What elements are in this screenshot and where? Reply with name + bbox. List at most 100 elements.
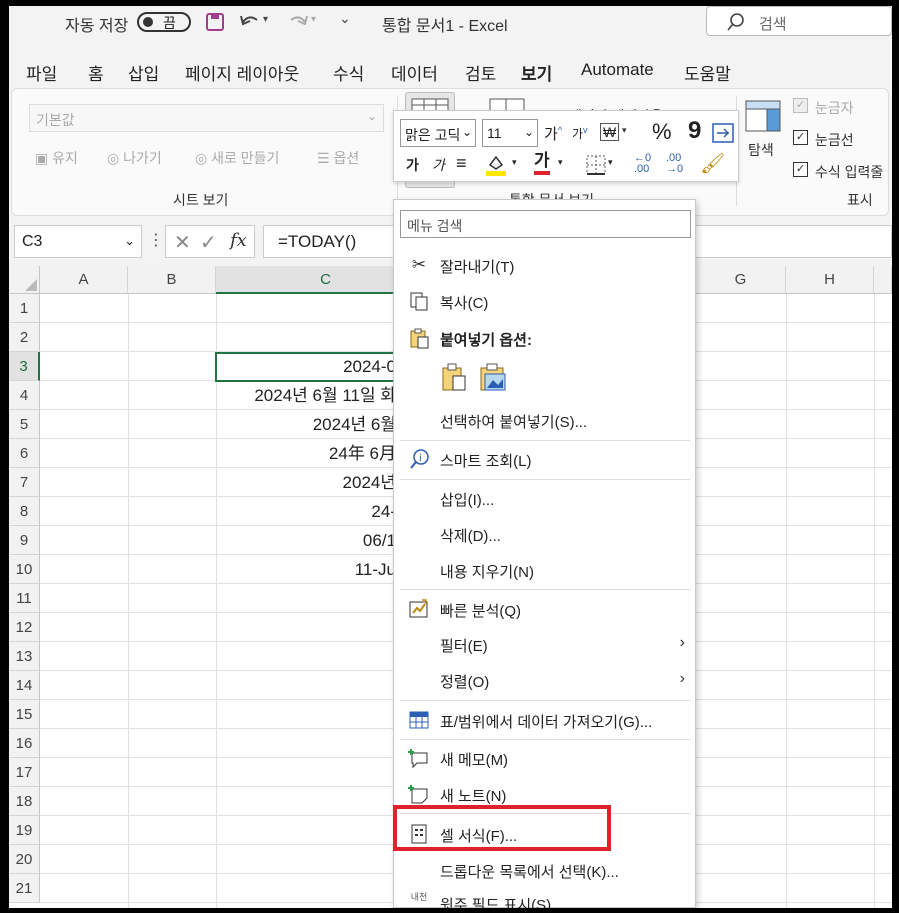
menu-item-cut[interactable]: ✂ 잘라내기(T) xyxy=(394,248,695,282)
cell-c20[interactable] xyxy=(216,845,396,874)
gridlines-checkbox[interactable]: ✓ xyxy=(793,130,808,145)
column-header-g[interactable]: G xyxy=(696,266,786,294)
row-header-13[interactable]: 13 xyxy=(9,642,40,671)
borders-icon[interactable] xyxy=(586,155,606,175)
tab-review[interactable]: 검토 xyxy=(465,60,496,85)
fill-color-icon[interactable] xyxy=(484,153,508,177)
cell-c8[interactable]: 24- xyxy=(216,497,396,526)
cell-c2[interactable] xyxy=(216,323,396,352)
new-view-button[interactable]: ◎ 새로 만들기 xyxy=(195,148,279,168)
row-header-21[interactable]: 21 xyxy=(9,874,40,903)
ruler-checkbox[interactable]: ✓ xyxy=(793,98,808,113)
cell-c14[interactable] xyxy=(216,671,396,700)
row-header-15[interactable]: 15 xyxy=(9,700,40,729)
cell-c9[interactable]: 06/1 xyxy=(216,526,396,555)
row-header-19[interactable]: 19 xyxy=(9,816,40,845)
cell-c13[interactable] xyxy=(216,642,396,671)
row-header-4[interactable]: 4 xyxy=(9,381,40,410)
menu-item-get-data[interactable]: 표/범위에서 데이터 가져오기(G)... xyxy=(394,703,695,737)
align-center-icon[interactable]: ≡ xyxy=(456,153,467,174)
row-header-8[interactable]: 8 xyxy=(9,497,40,526)
chevron-down-icon[interactable]: ▾ xyxy=(608,157,613,168)
row-header-18[interactable]: 18 xyxy=(9,787,40,816)
cell-c19[interactable] xyxy=(216,816,396,845)
comma-button[interactable]: 9 xyxy=(688,117,701,145)
tab-home[interactable]: 홈 xyxy=(88,60,104,85)
cell-c7[interactable]: 2024년 xyxy=(216,468,396,497)
menu-item-insert[interactable]: 삽입(I)... xyxy=(394,481,695,515)
increase-decimal-icon[interactable]: ←0.00 xyxy=(634,153,651,175)
row-header-9[interactable]: 9 xyxy=(9,526,40,555)
chevron-down-icon[interactable]: ▾ xyxy=(622,125,627,136)
decrease-font-button[interactable]: 가v xyxy=(572,125,588,142)
cell-c15[interactable] xyxy=(216,700,396,729)
save-icon[interactable] xyxy=(205,12,225,32)
cell-c6[interactable]: 24年 6月 xyxy=(216,439,396,468)
wrap-text-icon[interactable] xyxy=(712,123,734,143)
row-header-16[interactable]: 16 xyxy=(9,729,40,758)
enter-icon[interactable]: ✓ xyxy=(200,230,217,255)
column-header-h[interactable]: H xyxy=(786,266,874,294)
tab-page-layout[interactable]: 페이지 레이아웃 xyxy=(185,60,299,85)
tab-data[interactable]: 데이터 xyxy=(391,60,438,85)
italic-button[interactable]: 가 xyxy=(432,155,445,175)
cell-c18[interactable] xyxy=(216,787,396,816)
cell-c21[interactable] xyxy=(216,874,396,903)
cell-c17[interactable] xyxy=(216,758,396,787)
menu-item-new-comment[interactable]: 새 메모(M) xyxy=(394,741,695,775)
percent-button[interactable]: % xyxy=(652,119,672,145)
name-box[interactable]: C3 ⌄ xyxy=(14,225,142,258)
row-header-1[interactable]: 1 xyxy=(9,294,40,323)
tab-file[interactable]: 파일 xyxy=(26,60,57,85)
row-header-12[interactable]: 12 xyxy=(9,613,40,642)
tab-help[interactable]: 도움말 xyxy=(684,60,731,85)
tab-automate[interactable]: Automate xyxy=(581,60,654,80)
cell-c16[interactable] xyxy=(216,729,396,758)
row-header-2[interactable]: 2 xyxy=(9,323,40,352)
cell-c10[interactable]: 11-Ju xyxy=(216,555,396,584)
format-painter-icon[interactable]: 🖌 xyxy=(700,151,725,176)
chevron-down-icon[interactable]: ⌄ xyxy=(124,233,135,249)
active-cell-c3[interactable] xyxy=(215,352,405,382)
row-header-3[interactable]: 3 xyxy=(9,352,40,381)
font-size-select[interactable]: 11 ⌄ xyxy=(482,119,538,147)
increase-font-button[interactable]: 가^ xyxy=(544,123,562,144)
redo-icon[interactable] xyxy=(287,12,309,32)
chevron-down-icon[interactable]: ▾ xyxy=(512,157,517,168)
menu-item-copy[interactable]: 복사(C) xyxy=(394,284,695,318)
select-all-corner[interactable] xyxy=(9,266,40,294)
column-header-i[interactable] xyxy=(874,266,892,294)
row-header-17[interactable]: 17 xyxy=(9,758,40,787)
row-header-20[interactable]: 20 xyxy=(9,845,40,874)
menu-item-quick-analysis[interactable]: 빠른 분석(Q) xyxy=(394,592,695,626)
cell-c11[interactable] xyxy=(216,584,396,613)
menu-item-delete[interactable]: 삭제(D)... xyxy=(394,517,695,551)
insert-function-icon[interactable]: fx xyxy=(230,230,247,251)
row-header-14[interactable]: 14 xyxy=(9,671,40,700)
navigation-label[interactable]: 탐색 xyxy=(748,140,774,160)
tab-insert[interactable]: 삽입 xyxy=(128,60,159,85)
font-color-button[interactable]: 가 xyxy=(534,151,550,175)
accounting-format-icon[interactable]: ₩ xyxy=(600,123,620,141)
sheet-view-dropdown[interactable]: 기본값 ⌄ xyxy=(29,104,384,132)
customize-qat-icon[interactable]: ⌄ xyxy=(339,10,351,27)
paste-icon[interactable] xyxy=(440,362,468,392)
undo-dropdown-icon[interactable]: ▾ xyxy=(263,14,268,25)
font-name-select[interactable]: 맑은 고딕 ⌄ xyxy=(400,119,476,147)
search-box[interactable]: 검색 xyxy=(706,6,892,36)
cell-c4[interactable]: 2024년 6월 11일 화 xyxy=(216,381,396,410)
menu-item-filter[interactable]: 필터(E) › xyxy=(394,627,695,661)
row-header-11[interactable]: 11 xyxy=(9,584,40,613)
menu-item-paste-special[interactable]: 선택하여 붙여넣기(S)... xyxy=(394,403,695,437)
row-header-10[interactable]: 10 xyxy=(9,555,40,584)
undo-icon[interactable] xyxy=(239,12,261,32)
row-header-5[interactable]: 5 xyxy=(9,410,40,439)
bold-button[interactable]: 가 xyxy=(406,155,419,175)
decrease-decimal-icon[interactable]: .00 →0 xyxy=(666,153,683,175)
redo-dropdown-icon[interactable]: ▾ xyxy=(311,14,316,25)
cancel-icon[interactable]: ✕ xyxy=(174,230,191,255)
cell-c12[interactable] xyxy=(216,613,396,642)
menu-search-input[interactable]: 메뉴 검색 xyxy=(400,210,691,238)
tab-view[interactable]: 보기 xyxy=(521,60,553,93)
chevron-down-icon[interactable]: ▾ xyxy=(558,157,563,168)
